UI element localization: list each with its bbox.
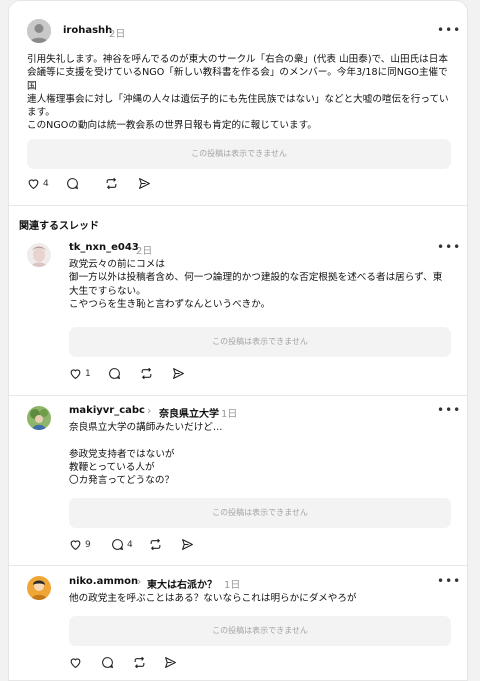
reply-button[interactable] — [66, 177, 79, 190]
avatar[interactable] — [27, 406, 51, 430]
send-icon — [139, 178, 150, 189]
post-text: 奈良県立大学の講師みたいだけど… 参政党支持者ではないが 教鞭とっている人が 〇… — [69, 422, 223, 487]
like-button[interactable]: 4 — [27, 177, 49, 190]
avatar[interactable] — [27, 243, 51, 267]
repost-button[interactable] — [149, 538, 162, 551]
more-icon[interactable]: ••• — [437, 574, 461, 588]
post-actions: 9 4 — [69, 538, 269, 556]
comment-icon — [109, 368, 121, 380]
reply-button[interactable] — [108, 367, 124, 380]
heart-icon — [70, 540, 81, 551]
share-button[interactable] — [172, 367, 185, 380]
like-count: 9 — [85, 539, 91, 550]
unavailable-quote: この投稿は表示できません — [27, 139, 451, 169]
avatar-image — [27, 406, 51, 430]
more-icon[interactable]: ••• — [437, 403, 461, 417]
post-text: 政党云々の前にコメは 御一方以外は投稿者含め、何一つ論理的かつ建設的な否定根拠を… — [69, 259, 443, 310]
username[interactable]: makiyvr_cabc — [69, 405, 145, 416]
avatar[interactable] — [27, 19, 51, 43]
like-count: 4 — [43, 178, 49, 189]
post-text: 他の政党主を呼ぶことはある？ないならこれは明らかにダメやろが — [69, 593, 357, 604]
timestamp: 2日 — [136, 246, 153, 257]
repost-icon — [134, 656, 145, 669]
send-icon — [165, 657, 176, 668]
share-button[interactable] — [138, 177, 151, 190]
like-button[interactable]: 9 — [69, 538, 91, 551]
more-icon[interactable]: ••• — [437, 240, 461, 254]
divider — [9, 395, 467, 396]
related-threads-title: 関連するスレッド — [19, 221, 99, 232]
username[interactable]: niko.ammon — [69, 576, 138, 587]
heart-icon — [28, 179, 39, 190]
share-button[interactable] — [181, 538, 194, 551]
unavailable-quote: この投稿は表示できません — [69, 616, 451, 646]
chevron-right-icon: › — [137, 575, 142, 588]
comment-icon — [67, 178, 79, 190]
default-avatar-icon — [27, 19, 51, 43]
like-button[interactable] — [69, 656, 85, 669]
post-actions: 1 — [69, 367, 269, 385]
thread-card: irohashh 2日 ••• 引用失礼します。神谷を呼んでるのが東大のサークル… — [8, 0, 468, 681]
unavailable-quote: この投稿は表示できません — [69, 327, 451, 357]
community-tag[interactable]: 奈良県立大学 — [159, 405, 219, 420]
repost-icon — [150, 538, 161, 551]
timestamp: 1日 — [221, 409, 238, 420]
send-icon — [173, 368, 184, 379]
timestamp: 1日 — [224, 580, 241, 591]
repost-icon — [141, 367, 152, 380]
repost-icon — [106, 177, 117, 190]
chevron-right-icon: › — [147, 404, 152, 417]
unavailable-quote: この投稿は表示できません — [69, 498, 451, 528]
community-tag[interactable]: 東大は右派か？ — [147, 576, 217, 591]
avatar[interactable] — [27, 576, 51, 600]
comment-icon — [112, 539, 124, 551]
username[interactable]: irohashh — [63, 25, 112, 36]
repost-button[interactable] — [133, 656, 146, 669]
reply-count: 4 — [127, 539, 133, 550]
more-icon[interactable]: ••• — [437, 23, 461, 37]
repost-button[interactable] — [140, 367, 153, 380]
heart-icon — [70, 658, 81, 669]
reply-button[interactable]: 4 — [111, 538, 133, 551]
post-actions: 4 — [27, 177, 227, 195]
repost-button[interactable] — [105, 177, 118, 190]
timestamp: 2日 — [109, 29, 126, 40]
avatar-image — [27, 243, 51, 267]
avatar-image — [27, 576, 51, 600]
send-icon — [182, 539, 193, 550]
username[interactable]: tk_nxn_e043 — [69, 242, 139, 253]
divider — [9, 205, 467, 206]
post-actions — [69, 656, 269, 674]
heart-icon — [70, 369, 81, 380]
share-button[interactable] — [164, 656, 177, 669]
post-text: 引用失礼します。神谷を呼んでるのが東大のサークル「右合の衆」(代表 山田泰)で、… — [27, 54, 449, 132]
reply-button[interactable] — [101, 656, 114, 669]
comment-icon — [102, 657, 114, 669]
like-button[interactable]: 1 — [69, 367, 91, 380]
like-count: 1 — [85, 368, 91, 379]
divider — [9, 565, 467, 566]
